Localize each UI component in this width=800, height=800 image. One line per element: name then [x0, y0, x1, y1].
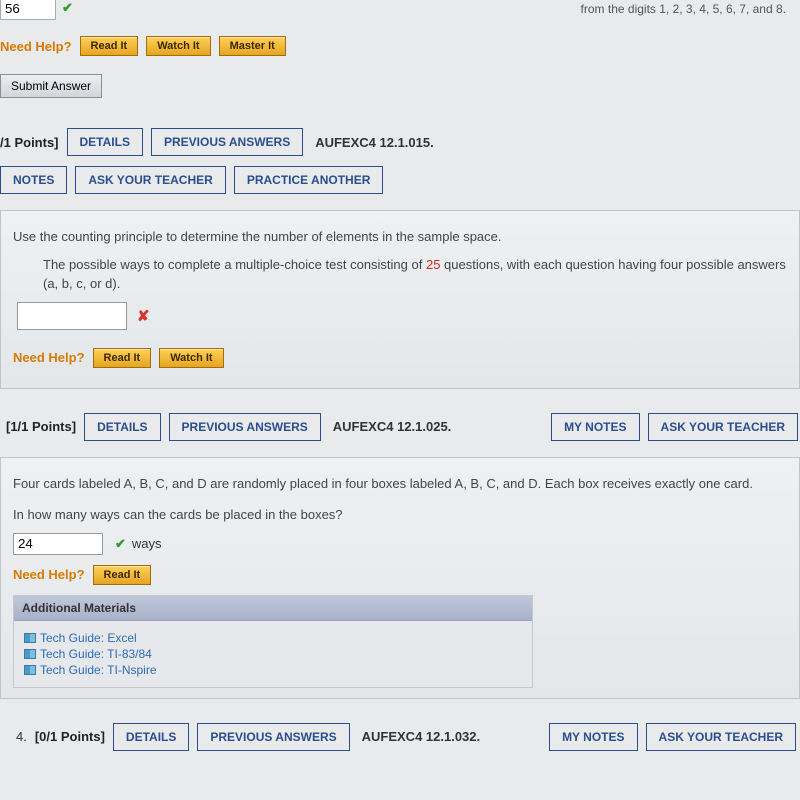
- my-notes-button[interactable]: MY NOTES: [551, 413, 639, 441]
- question-code: AUFEXC4 12.1.032.: [362, 729, 481, 744]
- details-button[interactable]: DETAILS: [84, 413, 160, 441]
- q2-prompt-2: The possible ways to complete a multiple…: [43, 255, 787, 294]
- watch-it-button[interactable]: Watch It: [146, 36, 210, 56]
- additional-materials: Additional Materials Tech Guide: Excel T…: [13, 595, 533, 688]
- tech-guide-excel[interactable]: Tech Guide: Excel: [24, 631, 522, 645]
- watch-it-button[interactable]: Watch It: [159, 348, 223, 368]
- question-3-body: Four cards labeled A, B, C, and D are ra…: [0, 457, 800, 699]
- q4-number: 4.: [16, 729, 27, 744]
- check-icon: ✔: [115, 536, 126, 552]
- master-it-button[interactable]: Master It: [219, 36, 286, 56]
- question-2-body: Use the counting principle to determine …: [0, 210, 800, 389]
- ask-teacher-button[interactable]: ASK YOUR TEACHER: [648, 413, 798, 441]
- check-icon: ✔: [62, 0, 73, 16]
- question-code: AUFEXC4 12.1.025.: [333, 419, 452, 434]
- tech-guide-tinspire[interactable]: Tech Guide: TI-Nspire: [24, 663, 522, 677]
- book-icon: [24, 633, 36, 643]
- read-it-button[interactable]: Read It: [93, 565, 152, 585]
- answer-input-q3[interactable]: [13, 533, 103, 555]
- notes-button[interactable]: NOTES: [0, 166, 67, 194]
- practice-another-button[interactable]: PRACTICE ANOTHER: [234, 166, 384, 194]
- q3-prompt-1: Four cards labeled A, B, C, and D are ra…: [13, 474, 787, 494]
- cross-icon: ✘: [137, 307, 150, 325]
- need-help-label: Need Help?: [13, 350, 85, 365]
- my-notes-button[interactable]: MY NOTES: [549, 723, 637, 751]
- question-code: AUFEXC4 12.1.015.: [315, 135, 434, 150]
- points-q4: [0/1 Points]: [35, 729, 105, 744]
- previous-answers-button[interactable]: PREVIOUS ANSWERS: [169, 413, 321, 441]
- details-button[interactable]: DETAILS: [113, 723, 189, 751]
- book-icon: [24, 665, 36, 675]
- read-it-button[interactable]: Read It: [93, 348, 152, 368]
- previous-answers-button[interactable]: PREVIOUS ANSWERS: [197, 723, 349, 751]
- previous-answers-button[interactable]: PREVIOUS ANSWERS: [151, 128, 303, 156]
- submit-answer-button[interactable]: Submit Answer: [0, 74, 102, 98]
- ask-teacher-button[interactable]: ASK YOUR TEACHER: [646, 723, 796, 751]
- points-q3: [1/1 Points]: [6, 419, 76, 434]
- additional-materials-header: Additional Materials: [14, 596, 532, 621]
- ways-label: ways: [132, 536, 162, 551]
- need-help-label: Need Help?: [0, 39, 72, 54]
- tech-guide-ti8384[interactable]: Tech Guide: TI-83/84: [24, 647, 522, 661]
- answer-input-q2[interactable]: [17, 302, 127, 330]
- book-icon: [24, 649, 36, 659]
- points-q2: /1 Points]: [0, 135, 59, 150]
- need-help-label: Need Help?: [13, 567, 85, 582]
- details-button[interactable]: DETAILS: [67, 128, 143, 156]
- q3-prompt-2: In how many ways can the cards be placed…: [13, 505, 787, 525]
- read-it-button[interactable]: Read It: [80, 36, 139, 56]
- ask-teacher-button[interactable]: ASK YOUR TEACHER: [75, 166, 225, 194]
- answer-input-q1[interactable]: [0, 0, 56, 20]
- q2-prompt-1: Use the counting principle to determine …: [13, 227, 787, 247]
